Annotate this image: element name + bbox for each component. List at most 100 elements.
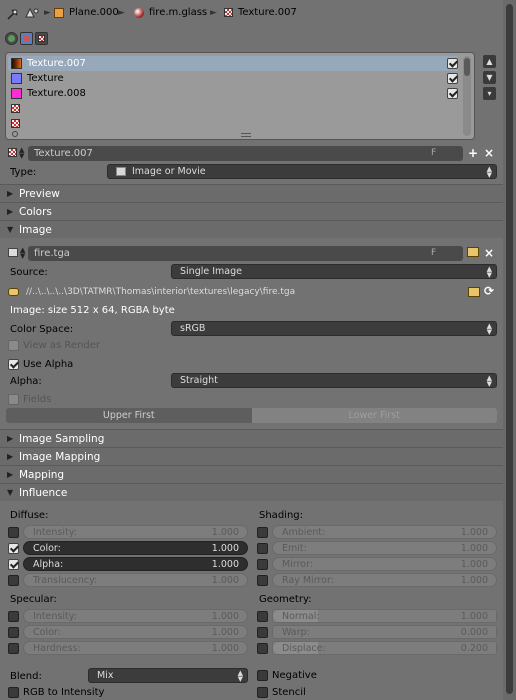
panel-image[interactable]: ▼ Image [0, 220, 503, 238]
filepath-field[interactable]: //..\..\..\..\3D\TATMR\Thomas\interior\t… [4, 284, 466, 299]
stencil-checkbox[interactable] [257, 687, 268, 698]
fields-checkbox[interactable] [8, 394, 19, 405]
displace-checkbox[interactable] [257, 643, 268, 654]
texture-icon [224, 8, 233, 17]
browse-arrows-icon[interactable]: ▲ ▼ [20, 247, 25, 260]
panel-colors[interactable]: ▶ Colors [0, 202, 503, 220]
list-item[interactable]: Texture.008 [8, 86, 458, 101]
emit-checkbox[interactable] [257, 543, 268, 554]
specials-menu-icon[interactable]: ▾ [483, 87, 496, 100]
image-browse-icon[interactable] [8, 248, 18, 257]
panel-mapping[interactable]: ▶ Mapping [0, 465, 503, 483]
panel-colors-title: Colors [19, 205, 52, 218]
mirror-slider[interactable]: Mirror: 1.000 [272, 557, 497, 571]
slider-name: Intensity: [33, 610, 77, 622]
mirror-checkbox[interactable] [257, 559, 268, 570]
view-as-render-checkbox[interactable] [8, 340, 19, 351]
list-item[interactable]: Texture [8, 71, 458, 86]
upper-first-button[interactable]: Upper First [6, 408, 252, 423]
breadcrumb-material[interactable]: fire.m.glass [134, 7, 207, 18]
texture-name-field[interactable]: Texture.007 [28, 146, 463, 161]
diffuse-alpha-checkbox[interactable] [8, 559, 19, 570]
alpha-mode-select[interactable]: Straight ▲ ▼ [171, 373, 497, 388]
ambient-slider[interactable]: Ambient: 1.000 [272, 525, 497, 539]
list-item[interactable] [8, 101, 458, 116]
diffuse-color-checkbox[interactable] [8, 543, 19, 554]
rgb-to-intensity-checkbox[interactable] [8, 687, 19, 698]
specular-intensity-slider[interactable]: Intensity: 1.000 [23, 609, 248, 623]
texture-browse-icon[interactable] [8, 148, 17, 157]
slider-value: 1.000 [211, 610, 239, 622]
fake-user-button[interactable]: F [431, 148, 436, 158]
panel-influence[interactable]: ▼ Influence [0, 483, 503, 501]
texture-context-icon[interactable] [35, 32, 48, 45]
ambient-checkbox[interactable] [257, 527, 268, 538]
list-resize-grip[interactable] [241, 133, 251, 137]
list-scrollbar[interactable] [463, 56, 471, 136]
panel-preview-title: Preview [19, 187, 60, 200]
warp-slider[interactable]: Warp: 0.000 [272, 625, 497, 639]
dropdown-arrows-icon: ▲ ▼ [486, 265, 492, 279]
translucency-slider[interactable]: Translucency: 1.000 [23, 573, 248, 587]
expanded-triangle-icon: ▼ [7, 488, 14, 497]
negative-checkbox[interactable] [257, 670, 268, 681]
diffuse-intensity-slider[interactable]: Intensity: 1.000 [23, 525, 248, 539]
breadcrumb-separator: ► [210, 8, 217, 18]
specular-color-slider[interactable]: Color: 1.000 [23, 625, 248, 639]
unlink-image-button[interactable]: × [482, 246, 496, 260]
image-fake-user-button[interactable]: F [431, 248, 436, 258]
browse-arrows-icon[interactable]: ▲ ▼ [19, 147, 24, 160]
displace-slider[interactable]: Displace: 0.200 [272, 641, 497, 655]
lower-first-button[interactable]: Lower First [251, 408, 497, 423]
reload-icon[interactable]: ⟳ [484, 284, 494, 298]
alpha-label: Alpha: [10, 376, 42, 387]
panel-preview[interactable]: ▶ Preview [0, 184, 503, 202]
fields-label: Fields [23, 394, 52, 405]
type-select[interactable]: Image or Movie ▲ ▼ [107, 164, 497, 179]
emit-slider[interactable]: Emit: 1.000 [272, 541, 497, 555]
source-select[interactable]: Single Image ▲ ▼ [171, 264, 497, 279]
diffuse-color-slider[interactable]: Color: 1.000 [23, 541, 248, 555]
translucency-checkbox[interactable] [8, 575, 19, 586]
hardness-slider[interactable]: Hardness: 1.000 [23, 641, 248, 655]
dropdown-arrows-icon: ▲ ▼ [486, 322, 492, 336]
blend-select[interactable]: Mix ▲ ▼ [88, 668, 248, 683]
breadcrumb-object[interactable]: Plane.000 [54, 7, 119, 18]
open-folder-icon[interactable] [467, 247, 479, 257]
world-context-icon[interactable] [5, 32, 18, 45]
pin-icon[interactable] [6, 7, 20, 21]
image-name-field[interactable]: fire.tga [28, 246, 463, 261]
ray-mirror-slider[interactable]: Ray Mirror: 1.000 [272, 573, 497, 587]
panel-image-sampling[interactable]: ▶ Image Sampling [0, 429, 503, 447]
breadcrumb-object-label: Plane.000 [69, 7, 119, 18]
normal-checkbox[interactable] [257, 611, 268, 622]
normal-slider[interactable]: Normal: 1.000 [272, 609, 497, 623]
color-space-select[interactable]: sRGB ▲ ▼ [171, 321, 497, 336]
slider-name: Emit: [282, 542, 307, 554]
browse-file-icon[interactable] [468, 287, 480, 297]
diffuse-intensity-checkbox[interactable] [8, 527, 19, 538]
breadcrumb-separator: ► [44, 8, 51, 18]
warp-checkbox[interactable] [257, 627, 268, 638]
move-down-icon[interactable]: ▼ [483, 71, 496, 84]
hardness-checkbox[interactable] [8, 643, 19, 654]
slider-value: 0.000 [460, 626, 488, 638]
specular-color-checkbox[interactable] [8, 627, 19, 638]
slider-name: Hardness: [33, 642, 81, 654]
slot-enabled-checkbox[interactable] [447, 73, 458, 84]
slot-enabled-checkbox[interactable] [447, 88, 458, 99]
new-texture-button[interactable]: + [466, 146, 480, 160]
slot-enabled-checkbox[interactable] [447, 58, 458, 69]
panel-image-mapping[interactable]: ▶ Image Mapping [0, 447, 503, 465]
material-context-icon[interactable] [20, 32, 33, 45]
properties-scrollbar[interactable] [503, 0, 516, 700]
unlink-texture-button[interactable]: × [482, 146, 496, 160]
move-up-icon[interactable]: ▲ [483, 55, 496, 68]
ray-mirror-checkbox[interactable] [257, 575, 268, 586]
breadcrumb-texture[interactable]: Texture.007 [224, 7, 297, 18]
diffuse-alpha-slider[interactable]: Alpha: 1.000 [23, 557, 248, 571]
list-item[interactable]: Texture.007 [8, 56, 458, 71]
specular-intensity-checkbox[interactable] [8, 611, 19, 622]
use-alpha-checkbox[interactable] [8, 359, 19, 370]
list-item[interactable] [8, 116, 458, 131]
